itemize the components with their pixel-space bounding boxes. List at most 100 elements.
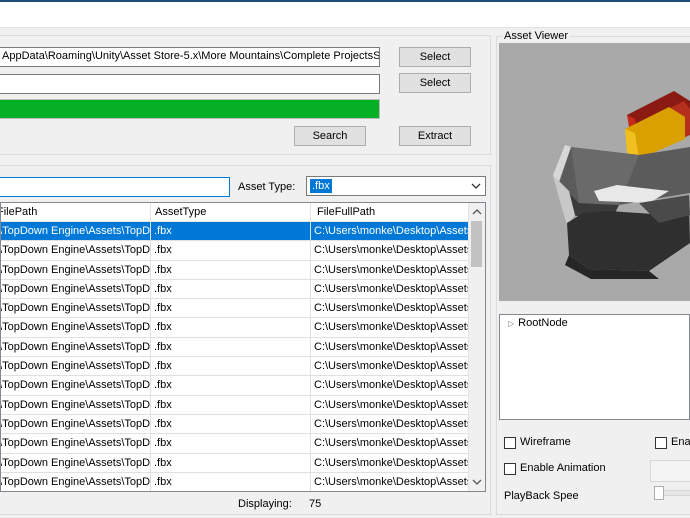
table-row[interactable]: .\TopDown Engine\Assets\TopD... .fbx C:\Us… [1,299,471,319]
table-row[interactable]: .\TopDown Engine\Assets\TopD... .fbx C:\Us… [1,414,471,435]
table-row[interactable]: .\TopDown Engine\Assets\TopD... .fbx C:\Us… [1,472,471,491]
cell-filepath: .\TopDown Engine\Assets\TopD... [1,337,151,357]
cell-assettype: .fbx [151,337,311,357]
animation-select-disabled [650,460,690,482]
table-row[interactable]: .\TopDown Engine\Assets\TopD... .fbx C:\Us… [1,337,471,358]
tree-node-label: RootNode [518,317,568,329]
cell-assettype: .fbx [151,395,311,415]
triangle-right-icon[interactable]: ▷ [508,319,514,328]
window-top-border [0,0,690,2]
asset-type-label: Asset Type: [238,181,296,193]
select-source-button[interactable]: Select [399,47,471,67]
cell-filefullpath: C:\Users\monke\Desktop\Assets\... [311,260,471,280]
progress-bar [0,99,380,119]
cell-filefullpath: C:\Users\monke\Desktop\Assets\... [311,299,471,319]
table-row[interactable]: .\TopDown Engine\Assets\TopD... .fbx C:\Us… [1,222,471,242]
displaying-count: 75 [309,498,322,510]
chevron-up-icon[interactable] [472,207,482,217]
cell-assettype: .fbx [151,241,311,261]
model-body [553,145,690,279]
grid-vertical-scrollbar[interactable] [468,203,485,491]
wireframe-label: Wireframe [520,436,571,448]
cell-filefullpath: C:\Users\monke\Desktop\Assets\... [311,434,471,454]
cell-assettype: .fbx [151,472,311,491]
cell-filepath: .\TopDown Engine\Assets\TopD... [1,395,151,415]
cell-filefullpath: C:\Users\monke\Desktop\Assets\... [311,337,471,357]
filter-input[interactable] [0,177,230,197]
cell-filepath: .\TopDown Engine\Assets\TopD... [1,241,151,261]
cell-assettype: .fbx [151,434,311,454]
cell-filefullpath: C:\Users\monke\Desktop\Assets\... [311,395,471,415]
playback-speed-thumb[interactable] [654,486,664,500]
asset-viewer-label: Asset Viewer [502,30,570,42]
cell-filefullpath: C:\Users\monke\Desktop\Assets\... [311,241,471,261]
grid-rows: .\TopDown Engine\Assets\TopD... .fbx C:\Us… [1,222,471,491]
progress-bar-fill [0,100,379,118]
cell-filepath: .\TopDown Engine\Assets\TopD... [1,453,151,473]
cell-assettype: .fbx [151,376,311,396]
assets-grid[interactable]: FilePath AssetType FileFullPath .\TopDow… [0,202,486,492]
cell-assettype: .fbx [151,453,311,473]
model-preview-image [553,91,690,279]
table-row[interactable]: .\TopDown Engine\Assets\TopD... .fbx C:\Us… [1,376,471,396]
cell-filefullpath: C:\Users\monke\Desktop\Assets\... [311,279,471,299]
cell-filepath: .\TopDown Engine\Assets\TopD... [1,299,151,319]
table-row[interactable]: .\TopDown Engine\Assets\TopD... .fbx C:\Us… [1,279,471,300]
asset-type-selected-value: .fbx [310,179,332,193]
cell-assettype: .fbx [151,299,311,319]
cell-filepath: .\TopDown Engine\Assets\TopD... [1,318,151,338]
source-path-field[interactable]: AppData\Roaming\Unity\Asset Store-5.x\Mo… [0,47,380,67]
enable-right-label: Ena [671,436,690,448]
destination-path-field[interactable] [0,74,380,94]
cell-filepath: .\TopDown Engine\Assets\TopD... [1,357,151,377]
cell-filepath: .\TopDown Engine\Assets\TopD... [1,472,151,491]
enable-animation-label: Enable Animation [520,462,606,474]
cell-filepath: .\TopDown Engine\Assets\TopD... [1,222,151,241]
tree-node-root[interactable]: ▷ RootNode [508,317,568,329]
column-header-filefullpath[interactable]: FileFullPath [311,203,471,221]
enable-animation-checkbox[interactable] [504,463,516,475]
enable-right-checkbox[interactable] [655,437,667,449]
chevron-down-icon [471,183,481,189]
table-row[interactable]: .\TopDown Engine\Assets\TopD... .fbx C:\Us… [1,241,471,261]
cell-filefullpath: C:\Users\monke\Desktop\Assets\... [311,453,471,473]
cell-assettype: .fbx [151,414,311,434]
select-destination-button[interactable]: Select [399,73,471,93]
cell-assettype: .fbx [151,318,311,338]
table-row[interactable]: .\TopDown Engine\Assets\TopD... .fbx C:\Us… [1,318,471,338]
search-button[interactable]: Search [294,126,366,146]
cell-filepath: .\TopDown Engine\Assets\TopD... [1,376,151,396]
window-title-bar [0,0,690,28]
table-row[interactable]: .\TopDown Engine\Assets\TopD... .fbx C:\Us… [1,453,471,473]
column-header-assettype[interactable]: AssetType [151,203,311,221]
cell-filefullpath: C:\Users\monke\Desktop\Assets\... [311,222,471,241]
cell-assettype: .fbx [151,222,311,241]
extract-button[interactable]: Extract [399,126,471,146]
column-header-filepath[interactable]: FilePath [1,203,151,221]
asset-3d-viewport[interactable] [499,43,690,301]
cell-filepath: .\TopDown Engine\Assets\TopD... [1,414,151,434]
grid-header: FilePath AssetType FileFullPath [1,203,471,222]
cell-filefullpath: C:\Users\monke\Desktop\Assets\... [311,357,471,377]
cell-assettype: .fbx [151,357,311,377]
cell-filepath: .\TopDown Engine\Assets\TopD... [1,260,151,280]
cell-filefullpath: C:\Users\monke\Desktop\Assets\... [311,414,471,434]
wireframe-checkbox[interactable] [504,437,516,449]
cell-filefullpath: C:\Users\monke\Desktop\Assets\... [311,472,471,491]
cell-filefullpath: C:\Users\monke\Desktop\Assets\... [311,318,471,338]
cell-assettype: .fbx [151,279,311,299]
table-row[interactable]: .\TopDown Engine\Assets\TopD... .fbx C:\Us… [1,260,471,280]
node-tree[interactable]: ▷ RootNode [499,314,690,420]
playback-speed-label: PlayBack Spee [504,490,579,502]
asset-type-select[interactable]: .fbx [306,176,486,196]
chevron-down-icon[interactable] [472,477,482,487]
table-row[interactable]: .\TopDown Engine\Assets\TopD... .fbx C:\Us… [1,395,471,415]
displaying-label: Displaying: [238,498,292,510]
cell-filepath: .\TopDown Engine\Assets\TopD... [1,434,151,454]
cell-filepath: .\TopDown Engine\Assets\TopD... [1,279,151,299]
table-row[interactable]: .\TopDown Engine\Assets\TopD... .fbx C:\Us… [1,434,471,454]
cell-assettype: .fbx [151,260,311,280]
cell-filefullpath: C:\Users\monke\Desktop\Assets\... [311,376,471,396]
scrollbar-thumb[interactable] [471,221,482,267]
table-row[interactable]: .\TopDown Engine\Assets\TopD... .fbx C:\Us… [1,357,471,377]
